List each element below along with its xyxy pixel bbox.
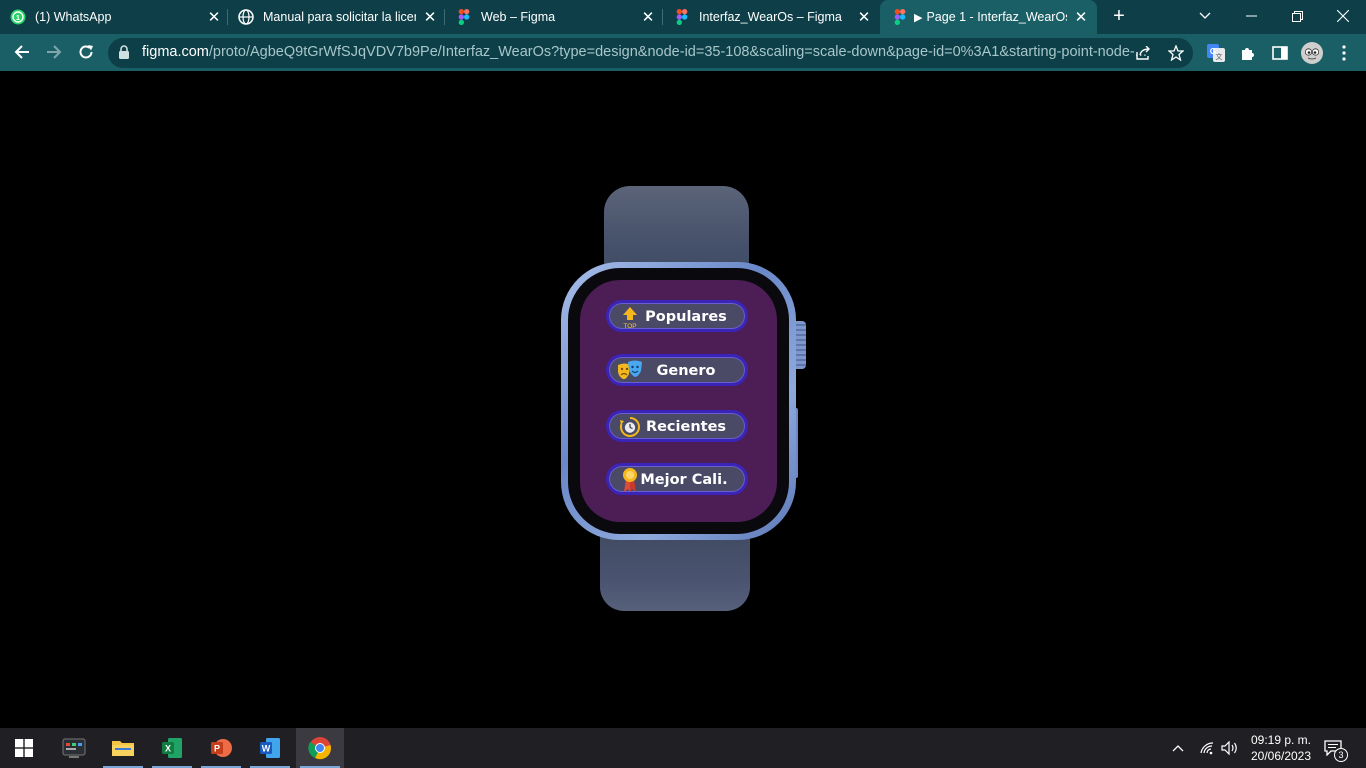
tab-whatsapp[interactable]: 1 (1) WhatsApp ✕: [10, 0, 222, 34]
side-panel-icon[interactable]: [1268, 41, 1292, 65]
system-clock[interactable]: 09:19 p. m. 20/06/2023: [1242, 732, 1320, 764]
extensions-puzzle-icon[interactable]: [1236, 41, 1260, 65]
close-tab-icon[interactable]: ✕: [640, 9, 656, 26]
lock-icon[interactable]: [118, 45, 132, 61]
chrome-icon[interactable]: [296, 728, 344, 768]
word-icon[interactable]: W: [246, 728, 294, 768]
svg-text:W: W: [262, 744, 271, 754]
play-icon: ▶: [914, 11, 923, 24]
share-icon[interactable]: [1132, 41, 1156, 65]
forward-arrow-icon[interactable]: [40, 38, 68, 66]
powerpoint-icon[interactable]: P: [197, 728, 245, 768]
close-tab-icon[interactable]: ✕: [422, 9, 438, 26]
svg-text:P: P: [214, 744, 220, 754]
browser-tab-strip: 1 (1) WhatsApp ✕ Manual para solicitar l…: [0, 0, 1366, 34]
close-tab-icon[interactable]: ✕: [1073, 9, 1089, 26]
tab-title: Manual para solicitar la licencia: [263, 10, 416, 24]
menu-button-genero[interactable]: Genero: [606, 354, 748, 386]
menu-label: Recientes: [645, 419, 727, 435]
tab-web-figma[interactable]: Web – Figma ✕: [456, 0, 656, 34]
tab-page1-interfaz[interactable]: ▶ Page 1 - Interfaz_WearOs ✕: [880, 0, 1097, 34]
url-path: /proto/AgbeQ9tGrWfSJqVDV7b9Pe/Interfaz_W…: [208, 44, 1147, 60]
network-wifi-icon[interactable]: [1199, 728, 1215, 768]
google-translate-icon[interactable]: G文: [1204, 41, 1228, 65]
svg-text:文: 文: [1216, 52, 1223, 61]
svg-text:1: 1: [16, 13, 20, 22]
notification-count-badge: 3: [1334, 748, 1348, 762]
menu-label: Genero: [656, 363, 716, 379]
url-text[interactable]: figma.com/proto/AgbeQ9tGrWfSJqVDV7b9Pe/I…: [142, 44, 1147, 60]
clock-time: 09:19 p. m.: [1250, 733, 1312, 747]
menu-button-recientes[interactable]: Recientes: [606, 410, 748, 442]
tab-title: Interfaz_WearOs – Figma: [699, 10, 842, 24]
figma-icon: [674, 9, 690, 25]
figma-icon: [892, 9, 908, 25]
new-tab-button[interactable]: +: [1108, 5, 1130, 27]
tab-separator: [227, 9, 228, 25]
profile-avatar[interactable]: [1298, 41, 1326, 65]
show-hidden-icons-chevron-icon[interactable]: [1172, 728, 1184, 768]
globe-icon: [238, 9, 254, 25]
restore-icon[interactable]: [1274, 0, 1320, 32]
menu-button-mejor-cali[interactable]: Mejor Cali.: [606, 463, 748, 495]
reload-icon[interactable]: [72, 38, 100, 66]
menu-label: Populares: [645, 309, 727, 325]
tab-separator: [662, 9, 663, 25]
tab-title: Page 1 - Interfaz_WearOs: [926, 10, 1067, 24]
tab-separator: [444, 9, 445, 25]
back-arrow-icon[interactable]: [8, 38, 36, 66]
svg-text:X: X: [165, 744, 171, 754]
file-explorer-icon[interactable]: [99, 728, 147, 768]
figma-icon: [456, 9, 472, 25]
tab-title: Web – Figma: [481, 10, 556, 24]
close-tab-icon[interactable]: ✕: [206, 9, 222, 26]
tab-title: (1) WhatsApp: [35, 10, 112, 24]
clock-date: 20/06/2023: [1250, 749, 1312, 763]
minimize-icon[interactable]: [1228, 0, 1274, 32]
browser-menu-icon[interactable]: [1332, 41, 1356, 65]
close-window-icon[interactable]: [1320, 0, 1366, 32]
tab-manual-licencia[interactable]: Manual para solicitar la licencia ✕: [238, 0, 438, 34]
start-windows-icon[interactable]: [0, 728, 48, 768]
menu-button-populares[interactable]: TOP Populares: [606, 300, 748, 332]
excel-icon[interactable]: X: [148, 728, 196, 768]
tab-search-chevron-icon[interactable]: [1182, 0, 1228, 32]
tab-interfaz-figma[interactable]: Interfaz_WearOs – Figma ✕: [674, 0, 872, 34]
volume-speaker-icon[interactable]: [1221, 728, 1239, 768]
close-tab-icon[interactable]: ✕: [856, 9, 872, 26]
terminal-app-icon[interactable]: [50, 728, 98, 768]
bookmark-star-icon[interactable]: [1164, 41, 1188, 65]
whatsapp-icon: 1: [10, 9, 26, 25]
url-host: figma.com: [142, 44, 209, 60]
menu-label: Mejor Cali.: [640, 472, 728, 488]
